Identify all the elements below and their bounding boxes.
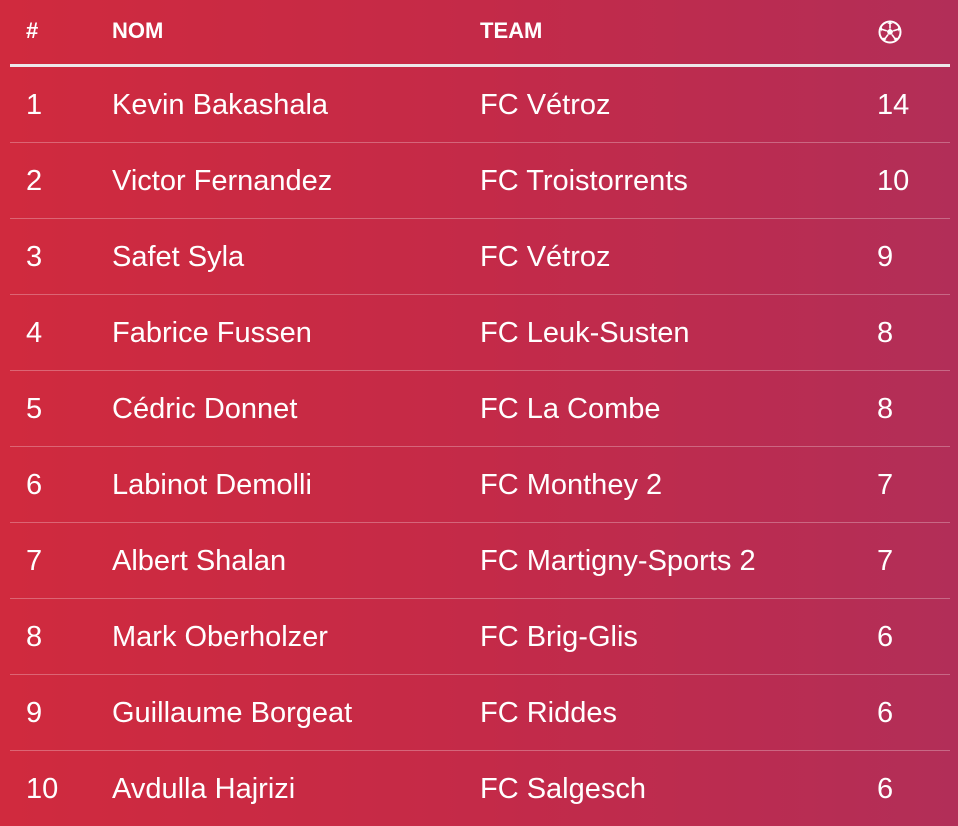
row-player-name: Cédric Donnet: [112, 393, 298, 425]
table-row: 10 Avdulla Hajrizi FC Salgesch 6: [10, 751, 950, 826]
row-goals: 14: [877, 89, 910, 121]
header-name: NOM: [112, 18, 164, 43]
table-row: 5 Cédric Donnet FC La Combe 8: [10, 371, 950, 447]
row-rank: 2: [26, 165, 43, 197]
header-rank: #: [26, 18, 39, 43]
scorers-table: # NOM TEAM 1 Kevin Bakashala FC Vétroz 1…: [10, 0, 950, 826]
row-team: FC Vétroz: [480, 89, 611, 121]
row-rank: 10: [26, 773, 59, 805]
row-team: FC Monthey 2: [480, 469, 663, 501]
table-row: 4 Fabrice Fussen FC Leuk-Susten 8: [10, 295, 950, 371]
row-player-name: Guillaume Borgeat: [112, 697, 353, 729]
row-player-name: Labinot Demolli: [112, 469, 312, 501]
table-row: 1 Kevin Bakashala FC Vétroz 14: [10, 67, 950, 143]
row-rank: 4: [26, 317, 43, 349]
row-goals: 6: [877, 697, 894, 729]
row-team: FC Leuk-Susten: [480, 317, 690, 349]
table-row: 2 Victor Fernandez FC Troistorrents 10: [10, 143, 950, 219]
row-team: FC Salgesch: [480, 773, 647, 805]
row-player-name: Victor Fernandez: [112, 165, 333, 197]
row-goals: 10: [877, 165, 910, 197]
row-goals: 9: [877, 241, 894, 273]
row-player-name: Mark Oberholzer: [112, 621, 328, 653]
row-goals: 7: [877, 545, 894, 577]
row-goals: 6: [877, 621, 894, 653]
row-team: FC Vétroz: [480, 241, 611, 273]
row-player-name: Albert Shalan: [112, 545, 287, 577]
row-goals: 8: [877, 393, 894, 425]
row-team: FC Brig-Glis: [480, 621, 638, 653]
row-player-name: Safet Syla: [112, 241, 245, 273]
row-team: FC Martigny-Sports 2: [480, 545, 756, 577]
row-rank: 9: [26, 697, 43, 729]
row-rank: 6: [26, 469, 43, 501]
row-rank: 5: [26, 393, 43, 425]
row-player-name: Avdulla Hajrizi: [112, 773, 296, 805]
row-player-name: Kevin Bakashala: [112, 89, 329, 121]
soccer-ball-icon: [878, 20, 902, 44]
table-row: 9 Guillaume Borgeat FC Riddes 6: [10, 675, 950, 751]
row-rank: 3: [26, 241, 43, 273]
row-goals: 7: [877, 469, 894, 501]
row-goals: 6: [877, 773, 894, 805]
row-team: FC La Combe: [480, 393, 661, 425]
row-rank: 1: [26, 89, 43, 121]
table-header: # NOM TEAM: [10, 0, 950, 67]
row-team: FC Troistorrents: [480, 165, 688, 197]
header-team: TEAM: [480, 18, 543, 43]
table-row: 8 Mark Oberholzer FC Brig-Glis 6: [10, 599, 950, 675]
row-rank: 7: [26, 545, 43, 577]
table-row: 6 Labinot Demolli FC Monthey 2 7: [10, 447, 950, 523]
row-rank: 8: [26, 621, 43, 653]
table-row: 3 Safet Syla FC Vétroz 9: [10, 219, 950, 295]
row-goals: 8: [877, 317, 894, 349]
row-player-name: Fabrice Fussen: [112, 317, 312, 349]
table-row: 7 Albert Shalan FC Martigny-Sports 2 7: [10, 523, 950, 599]
row-team: FC Riddes: [480, 697, 617, 729]
